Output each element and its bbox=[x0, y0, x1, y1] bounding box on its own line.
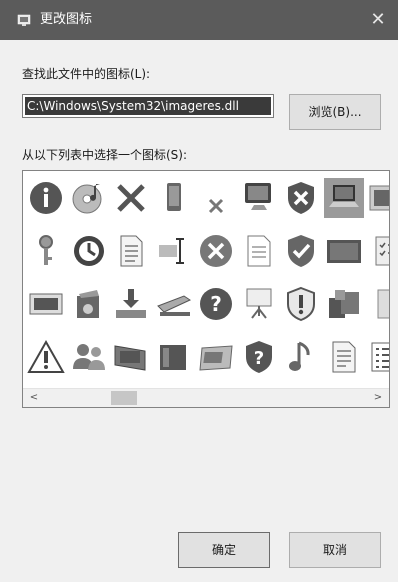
icon-cell-panel[interactable] bbox=[154, 337, 194, 377]
icon-cell-drive-install[interactable] bbox=[111, 284, 151, 324]
icon-cell-clock[interactable] bbox=[69, 231, 109, 271]
document-lines-icon bbox=[332, 341, 355, 373]
icon-cell-tablet-screen[interactable] bbox=[324, 231, 364, 271]
icon-cell-music-note[interactable] bbox=[281, 337, 321, 377]
cancel-button[interactable]: 取消 bbox=[289, 532, 381, 568]
icon-cell-warning-triangle[interactable] bbox=[26, 337, 66, 377]
close-button[interactable]: ✕ bbox=[358, 0, 398, 40]
shield-question-icon: ? bbox=[245, 341, 272, 373]
icon-file-path-input[interactable]: C:\Windows\System32\imageres.dll bbox=[22, 94, 274, 118]
scanner-icon bbox=[156, 295, 191, 316]
info-icon bbox=[30, 182, 62, 214]
help-icon: ? bbox=[200, 288, 232, 320]
close-icon: ✕ bbox=[370, 9, 386, 30]
document-icon bbox=[247, 235, 270, 267]
drive-install-icon bbox=[116, 289, 146, 318]
ok-button[interactable]: 确定 bbox=[178, 532, 270, 568]
icon-cell-photo-image[interactable] bbox=[26, 284, 66, 324]
film-icon bbox=[114, 345, 146, 371]
phone-device-icon bbox=[166, 183, 181, 211]
icon-cell-document[interactable] bbox=[239, 231, 279, 271]
list-view-icon bbox=[371, 342, 389, 372]
icon-cell-programs[interactable] bbox=[324, 284, 364, 324]
media-disc-icon bbox=[72, 184, 101, 214]
icon-cell-presentation[interactable] bbox=[239, 284, 279, 324]
icon-cell-scanner[interactable] bbox=[154, 284, 194, 324]
laptop-icon bbox=[328, 185, 359, 207]
icon-cell-picture[interactable] bbox=[366, 178, 389, 218]
photo-image-icon bbox=[29, 293, 63, 315]
icon-cell-shield-x[interactable] bbox=[281, 178, 321, 218]
icon-cell-shield-check[interactable] bbox=[281, 231, 321, 271]
clock-icon bbox=[73, 236, 104, 266]
icon-cell-small-x[interactable] bbox=[196, 178, 236, 218]
path-value: C:\Windows\System32\imageres.dll bbox=[25, 97, 271, 115]
dialog-app-icon bbox=[17, 14, 31, 26]
error-icon bbox=[200, 235, 232, 267]
icon-cell-media-disc[interactable] bbox=[69, 178, 109, 218]
clipboard-checklist-icon bbox=[375, 236, 389, 266]
users-icon bbox=[72, 344, 105, 370]
small-x-icon bbox=[208, 198, 224, 214]
icon-list-label: 从以下列表中选择一个图标(S): bbox=[22, 148, 188, 162]
x-mark-icon bbox=[117, 184, 145, 212]
icon-cell-phone-device[interactable] bbox=[154, 178, 194, 218]
icon-cell-card[interactable] bbox=[196, 337, 236, 377]
shield-check-icon bbox=[288, 235, 314, 267]
svg-text:?: ? bbox=[210, 292, 222, 316]
icon-cell-image-frame[interactable] bbox=[366, 284, 389, 324]
icon-cell-film[interactable] bbox=[111, 337, 151, 377]
icon-cell-shield-warning[interactable] bbox=[281, 284, 321, 324]
svg-text:?: ? bbox=[253, 348, 263, 369]
icon-cell-error[interactable] bbox=[196, 231, 236, 271]
icon-cell-media-player[interactable] bbox=[69, 284, 109, 324]
title-bar[interactable]: 更改图标 ✕ bbox=[0, 0, 398, 40]
dialog-title: 更改图标 bbox=[40, 12, 93, 27]
icon-cell-document-lines[interactable] bbox=[324, 337, 364, 377]
icon-list[interactable]: ?? < > bbox=[22, 170, 390, 408]
programs-icon bbox=[328, 290, 359, 318]
icon-cell-key[interactable] bbox=[26, 231, 66, 271]
scrollbar-thumb[interactable] bbox=[111, 391, 137, 405]
icon-cell-shield-question[interactable]: ? bbox=[239, 337, 279, 377]
presentation-icon bbox=[246, 288, 271, 319]
icon-cell-document-text[interactable] bbox=[111, 231, 151, 271]
icon-cell-x-mark[interactable] bbox=[111, 178, 151, 218]
music-note-icon bbox=[289, 341, 310, 371]
icon-cell-users[interactable] bbox=[69, 337, 109, 377]
media-player-icon bbox=[76, 290, 99, 318]
icon-cell-monitor[interactable] bbox=[239, 178, 279, 218]
icon-cell-rename-cursor[interactable] bbox=[154, 231, 194, 271]
image-frame-icon bbox=[377, 289, 389, 319]
shield-x-icon bbox=[288, 182, 314, 214]
icon-cell-list-view[interactable] bbox=[366, 337, 389, 377]
document-text-icon bbox=[120, 235, 143, 267]
browse-button[interactable]: 浏览(B)... bbox=[289, 94, 381, 130]
panel-icon bbox=[159, 345, 186, 370]
monitor-icon bbox=[244, 183, 271, 210]
change-icon-dialog: 更改图标 ✕ 查找此文件中的图标(L): C:\Windows\System32… bbox=[0, 0, 398, 582]
rename-cursor-icon bbox=[158, 238, 184, 264]
file-search-label: 查找此文件中的图标(L): bbox=[22, 67, 151, 81]
icon-cell-info[interactable] bbox=[26, 178, 66, 218]
icon-cell-help[interactable]: ? bbox=[196, 284, 236, 324]
picture-icon bbox=[369, 185, 389, 211]
horizontal-scrollbar[interactable]: < > bbox=[23, 388, 389, 407]
scroll-right-arrow-icon[interactable]: > bbox=[369, 389, 387, 407]
icon-cell-laptop[interactable] bbox=[323, 178, 364, 218]
warning-triangle-icon bbox=[27, 339, 65, 373]
shield-warning-icon bbox=[287, 286, 315, 322]
card-icon bbox=[199, 345, 233, 371]
scroll-left-arrow-icon[interactable]: < bbox=[25, 389, 43, 407]
tablet-screen-icon bbox=[326, 240, 361, 263]
icon-cell-clipboard-checklist[interactable] bbox=[366, 231, 389, 271]
key-icon bbox=[39, 235, 53, 265]
